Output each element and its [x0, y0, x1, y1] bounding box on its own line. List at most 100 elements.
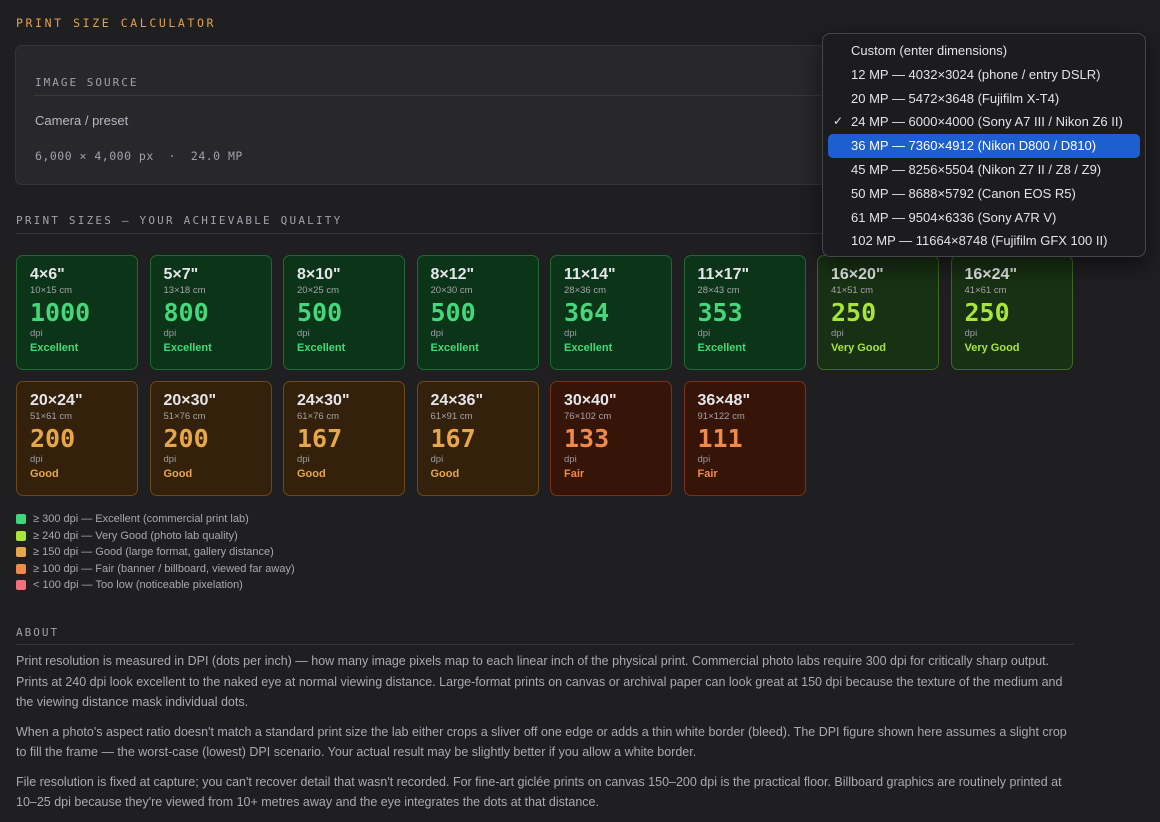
dpi-unit: dpi: [30, 328, 43, 339]
dropdown-option-label: 24 MP — 6000×4000 (Sony A7 III / Nikon Z…: [851, 114, 1123, 130]
quality-grade: Excellent: [297, 342, 346, 354]
quality-grade: Good: [163, 468, 193, 480]
legend-swatch: [16, 530, 26, 541]
dropdown-option-label: 20 MP — 5472×3648 (Fujifilm X-T4): [851, 90, 1060, 106]
resolution-readout: 6,000 × 4,000 px · 24.0 MP: [35, 149, 243, 163]
print-size-label: 20×24": [30, 392, 83, 409]
print-size-tile[interactable]: 16×24" 41×61 cm 250 dpi Very Good: [950, 255, 1073, 370]
dpi-unit: dpi: [697, 454, 711, 465]
quality-grade: Excellent: [430, 342, 479, 354]
dpi-value: 250: [831, 298, 877, 327]
dpi-unit: dpi: [964, 328, 978, 339]
print-size-tile[interactable]: 8×10" 20×25 cm 500 dpi Excellent: [283, 255, 405, 370]
print-size-cm: 10×15 cm: [30, 285, 72, 296]
dpi-value: 250: [964, 298, 1010, 327]
dropdown-option[interactable]: 45 MP — 8256×5504 (Nikon Z7 II / Z8 / Z9…: [828, 158, 1140, 182]
print-size-tile[interactable]: 5×7" 13×18 cm 800 dpi Excellent: [149, 255, 272, 370]
legend-swatch: [16, 547, 26, 558]
dpi-value: 1000: [30, 298, 91, 327]
dropdown-option[interactable]: ✓ 24 MP — 6000×4000 (Sony A7 III / Nikon …: [828, 110, 1140, 134]
dropdown-option[interactable]: 50 MP — 8688×5792 (Canon EOS R5): [828, 182, 1140, 206]
dropdown-option[interactable]: 12 MP — 4032×3024 (phone / entry DSLR): [828, 63, 1140, 87]
legend-item: < 100 dpi — Too low (noticeable pixelati…: [16, 577, 295, 594]
print-size-cm: 41×51 cm: [831, 285, 873, 296]
print-size-tile[interactable]: 8×12" 20×30 cm 500 dpi Excellent: [416, 255, 539, 370]
legend-item: ≥ 100 dpi — Fair (banner / billboard, vi…: [16, 561, 295, 578]
print-size-tile[interactable]: 30×40" 76×102 cm 133 dpi Fair: [550, 381, 672, 496]
legend-text: ≥ 150 dpi — Good (large format, gallery …: [33, 546, 274, 559]
print-size-label: 24×30": [297, 392, 350, 409]
camera-preset-dropdown-menu[interactable]: Custom (enter dimensions) 12 MP — 4032×30…: [822, 33, 1146, 257]
dropdown-option-label: 50 MP — 8688×5792 (Canon EOS R5): [851, 185, 1076, 201]
print-size-tile[interactable]: 11×17" 28×43 cm 353 dpi Excellent: [683, 255, 806, 370]
dpi-unit: dpi: [430, 328, 444, 339]
print-size-cm: 51×76 cm: [163, 411, 206, 422]
legend-item: ≥ 300 dpi — Excellent (commercial print …: [16, 511, 295, 528]
print-size-cm: 28×36 cm: [564, 285, 606, 296]
legend-text: ≥ 300 dpi — Excellent (commercial print …: [33, 513, 249, 526]
print-size-cm: 20×25 cm: [297, 285, 339, 296]
about-paragraph: When a photo's aspect ratio doesn't matc…: [16, 724, 1067, 760]
print-size-label: 30×40": [564, 392, 617, 409]
about-paragraph: File resolution is fixed at capture; you…: [16, 774, 1062, 810]
dropdown-option-label: 45 MP — 8256×5504 (Nikon Z7 II / Z8 / Z9…: [851, 161, 1102, 177]
print-size-label: 16×20": [831, 266, 884, 283]
dpi-value: 167: [430, 424, 476, 453]
print-size-cm: 28×43 cm: [697, 285, 740, 296]
about-body: Print resolution is measured in DPI (dot…: [16, 651, 1076, 822]
quality-grade: Excellent: [163, 342, 212, 354]
print-size-tile[interactable]: 20×30" 51×76 cm 200 dpi Good: [149, 381, 272, 496]
print-size-label: 8×12": [430, 266, 475, 283]
dpi-unit: dpi: [831, 328, 844, 339]
quality-grade: Excellent: [697, 342, 746, 354]
print-size-cm: 41×61 cm: [964, 285, 1007, 296]
print-size-label: 11×17": [697, 266, 750, 283]
quality-grade: Very Good: [831, 342, 887, 354]
dropdown-option[interactable]: 102 MP — 11664×8748 (Fujifilm GFX 100 II…: [828, 229, 1140, 253]
dpi-value: 500: [297, 298, 343, 327]
print-size-tile[interactable]: 24×30" 61×76 cm 167 dpi Good: [283, 381, 405, 496]
print-sizes-title: PRINT SIZES — YOUR ACHIEVABLE QUALITY: [16, 214, 343, 227]
quality-grade: Very Good: [964, 342, 1020, 354]
image-source-label: IMAGE SOURCE: [35, 76, 139, 89]
dpi-value: 353: [697, 298, 743, 327]
dpi-unit: dpi: [564, 328, 577, 339]
dropdown-option-label: 12 MP — 4032×3024 (phone / entry DSLR): [851, 66, 1101, 82]
print-size-label: 24×36": [430, 392, 484, 409]
dpi-value: 200: [30, 424, 76, 453]
print-size-cm: 61×76 cm: [297, 411, 339, 422]
dropdown-option[interactable]: 36 MP — 7360×4912 (Nikon D800 / D810): [828, 134, 1140, 158]
quality-grade: Fair: [697, 468, 718, 480]
print-size-label: 20×30": [163, 392, 217, 409]
quality-grade: Good: [430, 468, 460, 480]
dpi-unit: dpi: [297, 454, 310, 465]
legend-text: < 100 dpi — Too low (noticeable pixelati…: [33, 579, 243, 592]
legend-text: ≥ 100 dpi — Fair (banner / billboard, vi…: [33, 562, 295, 575]
dpi-value: 364: [564, 298, 610, 327]
dropdown-option[interactable]: Custom (enter dimensions): [828, 39, 1140, 63]
print-size-tile[interactable]: 4×6" 10×15 cm 1000 dpi Excellent: [16, 255, 138, 370]
print-size-tile[interactable]: 11×14" 28×36 cm 364 dpi Excellent: [550, 255, 672, 370]
dropdown-option-label: 36 MP — 7360×4912 (Nikon D800 / D810): [851, 138, 1097, 154]
print-size-cm: 76×102 cm: [564, 411, 612, 422]
camera-preset-label: Camera / preset: [35, 113, 129, 128]
dropdown-option[interactable]: 20 MP — 5472×3648 (Fujifilm X-T4): [828, 87, 1140, 111]
print-size-label: 11×14": [564, 266, 616, 283]
print-size-tile[interactable]: 16×20" 41×51 cm 250 dpi Very Good: [817, 255, 939, 370]
dropdown-option[interactable]: 61 MP — 9504×6336 (Sony A7R V): [828, 206, 1140, 230]
quality-grade: Good: [30, 468, 59, 480]
print-size-label: 4×6": [30, 266, 65, 283]
print-size-tile[interactable]: 36×48" 91×122 cm 111 dpi Fair: [683, 381, 806, 496]
dpi-value: 133: [564, 424, 610, 453]
dpi-value: 167: [297, 424, 343, 453]
dpi-value: 800: [163, 298, 209, 327]
print-size-label: 16×24": [964, 266, 1018, 283]
print-size-tile[interactable]: 24×36" 61×91 cm 167 dpi Good: [416, 381, 539, 496]
print-size-cm: 91×122 cm: [697, 411, 745, 422]
dpi-unit: dpi: [297, 328, 310, 339]
print-size-label: 36×48": [697, 392, 751, 409]
legend-swatch: [16, 580, 26, 591]
print-size-tile[interactable]: 20×24" 51×61 cm 200 dpi Good: [16, 381, 138, 496]
checkmark-icon: ✓: [833, 114, 844, 129]
dpi-unit: dpi: [30, 454, 43, 465]
